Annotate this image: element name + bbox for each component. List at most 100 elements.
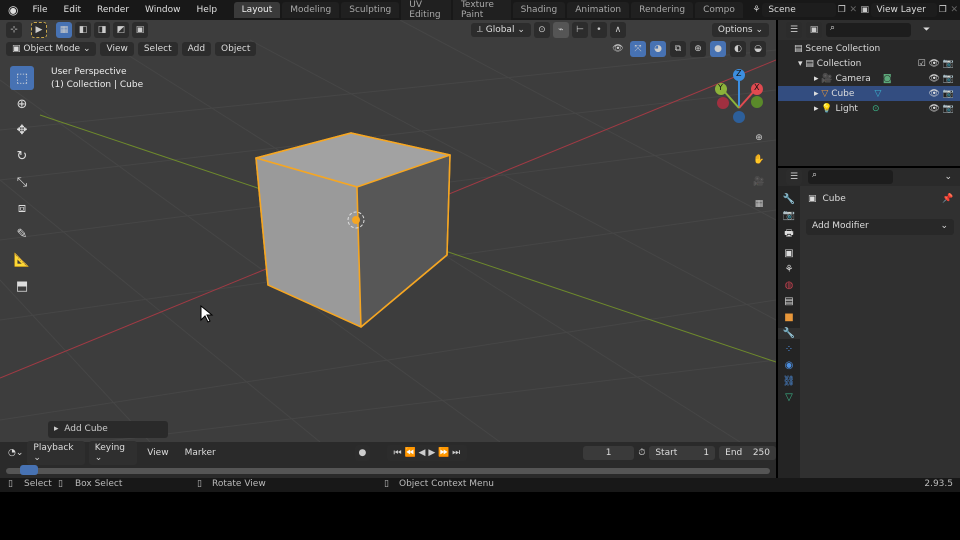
scene-icon[interactable]: ⚘ (751, 2, 762, 18)
view-layer-field[interactable]: View Layer (870, 3, 938, 17)
current-frame-field[interactable]: 1 (582, 446, 635, 460)
collection-toggles[interactable]: ☑ 👁 📷 (918, 59, 960, 69)
cursor-tool-icon[interactable]: ⊕ (10, 92, 34, 116)
tab-layout[interactable]: Layout (233, 2, 281, 18)
select-new-icon[interactable]: ▦ (56, 22, 72, 38)
xray-icon[interactable]: ⧉ (670, 41, 686, 57)
properties-options-icon[interactable]: ⌄ (944, 172, 960, 182)
scale-tool-icon[interactable]: ⤡ (10, 170, 34, 194)
delete-view-layer-icon[interactable]: ✕ (949, 2, 960, 18)
timeline-scrollbar[interactable] (6, 468, 770, 474)
select-intersect-icon[interactable]: ▣ (132, 22, 148, 38)
pivot-point-icon[interactable]: ⊙ (533, 22, 550, 38)
mode-dropdown[interactable]: ▣ Object Mode ⌄ (6, 42, 97, 56)
3d-viewport[interactable]: Z Y X ⊹ ▶ ▦ ◧ ◨ ◩ ▣ ⟂ Global ⌄ ⊙ ⌁ ⊢ • ∧… (0, 20, 776, 442)
tool-tab-icon[interactable]: 🔧 (783, 194, 795, 205)
blender-logo-icon[interactable]: ◉ (0, 3, 24, 17)
properties-search-input[interactable]: ⌕ (808, 170, 893, 184)
snap-icon[interactable]: ⌁ (552, 22, 569, 38)
outliner-item-cube[interactable]: ▸ ▽ Cube ▽ 👁 📷 (778, 86, 960, 101)
scene-tab-icon[interactable]: ⚘ (785, 264, 794, 275)
scene-field[interactable]: Scene (762, 3, 837, 17)
record-icon[interactable]: ● (355, 445, 370, 461)
material-shading-icon[interactable]: ◐ (730, 41, 746, 57)
filter-icon[interactable]: ⏷ (923, 25, 930, 35)
proportional-editing-icon[interactable]: • (590, 22, 607, 38)
last-operator-panel[interactable]: ▸ Add Cube (48, 421, 168, 438)
object-tab-icon[interactable]: ■ (784, 312, 793, 323)
playback-controls[interactable]: ⏮ ⏪ ◀ ▶ ⏩ ⏭ (386, 445, 468, 461)
ortho-toggle-icon[interactable]: ▦ (751, 196, 767, 212)
rendered-shading-icon[interactable]: ◒ (750, 41, 766, 57)
tab-compositing[interactable]: Compo (695, 2, 743, 18)
collection-tab-icon[interactable]: ▤ (784, 296, 793, 307)
annotate-tool-icon[interactable]: ✎ (10, 222, 34, 246)
playback-menu[interactable]: Playback ⌄ (27, 441, 85, 465)
marker-menu[interactable]: Marker (179, 446, 222, 460)
outliner-item-camera[interactable]: ▸ 🎥 Camera ◙ 👁 📷 (778, 71, 960, 86)
scene-collection-row[interactable]: ▤ Scene Collection (778, 41, 960, 56)
move-tool-icon[interactable]: ✥ (10, 118, 34, 142)
keying-menu[interactable]: Keying ⌄ (88, 441, 138, 465)
add-modifier-dropdown[interactable]: Add Modifier ⌄ (806, 219, 954, 235)
pan-hand-icon[interactable]: ✋ (751, 152, 767, 168)
camera-data-icon[interactable]: ◙ (883, 74, 892, 84)
gizmo-y-label[interactable]: Y (718, 83, 723, 92)
transform-tool-icon[interactable]: ⧈ (10, 196, 34, 220)
menu-object[interactable]: Object (215, 42, 257, 56)
menu-file[interactable]: File (24, 5, 55, 15)
options-dropdown[interactable]: Options ⌄ (711, 23, 769, 37)
light-toggles[interactable]: 👁 📷 (929, 104, 960, 114)
stopwatch-icon[interactable]: ⏱ (638, 448, 645, 458)
select-invert-icon[interactable]: ◩ (113, 22, 129, 38)
snap-target-icon[interactable]: ⊢ (571, 22, 588, 38)
menu-help[interactable]: Help (189, 5, 226, 15)
camera-view-icon[interactable]: 🎥 (751, 174, 767, 190)
new-scene-icon[interactable]: ❐ (836, 2, 847, 18)
editor-type-clock-icon[interactable]: ◔⌄ (8, 448, 23, 458)
filter-view-icon[interactable]: ▣ (806, 22, 822, 38)
new-view-layer-icon[interactable]: ❐ (937, 2, 948, 18)
view-layer-icon[interactable]: ▣ (859, 2, 870, 18)
menu-window[interactable]: Window (137, 5, 189, 15)
workspace-tool-icon[interactable]: ⊹ (6, 22, 22, 38)
end-frame-field[interactable]: End 250 (719, 446, 776, 460)
particles-tab-icon[interactable]: ⁘ (785, 344, 793, 355)
delete-scene-icon[interactable]: ✕ (848, 2, 859, 18)
zoom-icon[interactable]: ⊕ (751, 130, 767, 146)
cube-toggles[interactable]: 👁 📷 (929, 89, 960, 99)
tab-shading[interactable]: Shading (512, 2, 566, 18)
menu-view[interactable]: View (100, 42, 134, 56)
timeline-view-menu[interactable]: View (141, 446, 174, 460)
display-mode-icon[interactable]: ☰ (786, 22, 802, 38)
outliner-search-input[interactable]: ⌕ (826, 23, 911, 37)
outliner-item-light[interactable]: ▸ 💡 Light ⊙ 👁 📷 (778, 101, 960, 116)
visibility-icon[interactable]: 👁 (610, 41, 626, 57)
solid-shading-icon[interactable]: ● (710, 41, 726, 57)
wireframe-shading-icon[interactable]: ⊕ (690, 41, 706, 57)
tab-animation[interactable]: Animation (567, 2, 630, 18)
gizmo-x-label[interactable]: X (754, 83, 759, 92)
tab-rendering[interactable]: Rendering (631, 2, 694, 18)
tab-modeling[interactable]: Modeling (282, 2, 340, 18)
select-tool-icon[interactable]: ▶ (31, 22, 47, 38)
playhead[interactable] (20, 465, 38, 475)
measure-tool-icon[interactable]: 📐 (10, 248, 34, 272)
gizmo-z-label[interactable]: Z (736, 69, 741, 78)
start-frame-field[interactable]: Start 1 (649, 446, 716, 460)
tab-sculpting[interactable]: Sculpting (341, 2, 400, 18)
physics-tab-icon[interactable]: ◉ (785, 360, 794, 371)
mesh-data-icon[interactable]: ▽ (874, 89, 881, 99)
add-cube-tool-icon[interactable]: ⬒ (10, 274, 34, 298)
output-tab-icon[interactable]: 🖶 (784, 226, 793, 243)
world-tab-icon[interactable]: ◍ (785, 280, 794, 291)
falloff-icon[interactable]: ∧ (609, 22, 626, 38)
menu-edit[interactable]: Edit (56, 5, 89, 15)
menu-render[interactable]: Render (89, 5, 137, 15)
collection-row[interactable]: ▾ ▤ Collection ☑ 👁 📷 (778, 56, 960, 71)
modifier-tab-icon[interactable]: 🔧 (778, 328, 800, 339)
light-data-icon[interactable]: ⊙ (872, 104, 880, 114)
overlay-toggle-icon[interactable]: ◕ (650, 41, 666, 57)
data-tab-icon[interactable]: ▽ (785, 392, 793, 403)
select-box-tool-icon[interactable]: ⬚ (10, 66, 34, 90)
